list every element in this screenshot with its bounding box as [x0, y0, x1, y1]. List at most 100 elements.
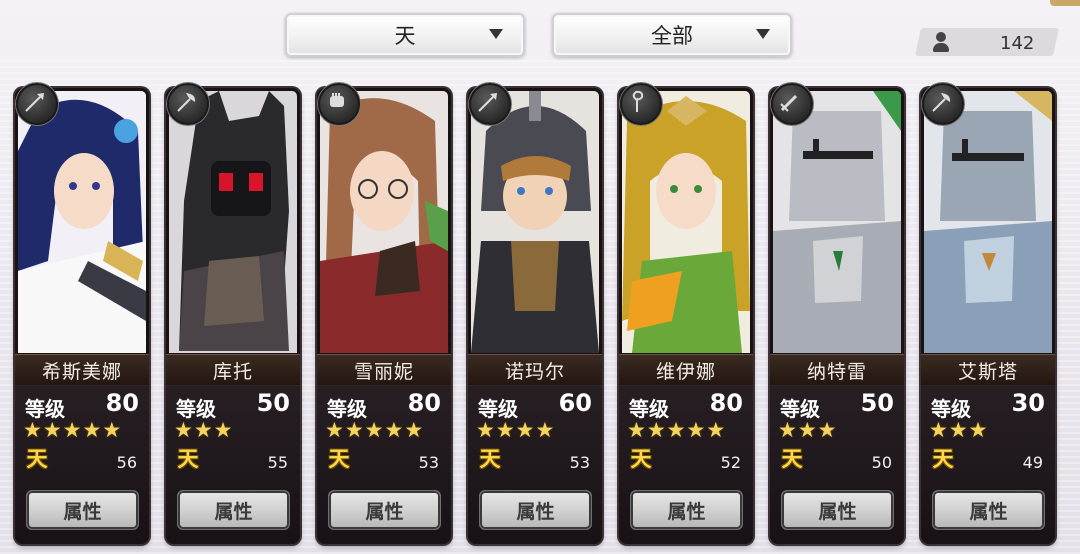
chevron-down-icon: [756, 29, 770, 39]
character-card[interactable]: 维伊娜 等级 80 ★★★★★ 天 52 属性: [619, 88, 753, 544]
attributes-button-label: 属性: [667, 500, 706, 523]
rarity-dropdown-value: 天: [394, 24, 416, 48]
star-icon: ★: [948, 418, 968, 442]
sword-icon: [771, 83, 813, 125]
attributes-button[interactable]: 属性: [630, 490, 743, 530]
chevron-down-icon: [489, 29, 503, 39]
character-name-bar: 纳特雷: [770, 354, 904, 386]
star-icon: ★: [476, 418, 495, 442]
power-value: 50: [871, 453, 892, 472]
star-icon: ★: [23, 418, 42, 442]
star-rating: ★★★: [778, 419, 898, 441]
level-value: 80: [105, 389, 139, 417]
level-value: 60: [558, 389, 592, 417]
character-card[interactable]: 希斯美娜 等级 80 ★★★★★ 天 56 属性: [15, 88, 149, 544]
character-card[interactable]: 诺玛尔 等级 60 ★★★★ 天 53 属性: [468, 88, 602, 544]
star-icon: ★: [929, 418, 948, 442]
character-name: 库托: [212, 360, 253, 383]
character-name: 艾斯塔: [957, 360, 1018, 383]
tier-badge: 天: [630, 447, 652, 471]
character-portrait[interactable]: [169, 91, 297, 353]
star-icon: ★: [384, 418, 404, 442]
star-rating: ★★★★★: [325, 419, 445, 441]
star-icon: ★: [82, 418, 102, 442]
character-info: 等级 50 ★★★ 天 50 属性: [770, 385, 904, 544]
attributes-button[interactable]: 属性: [479, 490, 592, 530]
character-portrait[interactable]: [320, 91, 448, 353]
star-icon: ★: [646, 418, 666, 442]
level-value: 80: [709, 389, 743, 417]
character-portrait[interactable]: [773, 91, 901, 353]
attributes-button-label: 属性: [63, 500, 102, 523]
character-name: 雪丽妮: [353, 360, 414, 383]
character-name-bar: 维伊娜: [619, 354, 753, 386]
level-value: 30: [1011, 389, 1045, 417]
character-info: 等级 80 ★★★★★ 天 52 属性: [619, 385, 753, 544]
power-value: 55: [267, 453, 288, 472]
star-rating: ★★★★★: [627, 419, 747, 441]
character-card[interactable]: 艾斯塔 等级 30 ★★★ 天 49 属性: [921, 88, 1055, 544]
fist-icon: [318, 83, 360, 125]
character-name-bar: 雪丽妮: [317, 354, 451, 386]
character-info: 等级 60 ★★★★ 天 53 属性: [468, 385, 602, 544]
attributes-button[interactable]: 属性: [328, 490, 441, 530]
character-name-bar: 库托: [166, 354, 300, 386]
character-name: 维伊娜: [655, 360, 716, 383]
star-icon: ★: [404, 418, 424, 442]
star-icon: ★: [968, 418, 988, 442]
character-name: 希斯美娜: [41, 360, 122, 383]
spear-icon: [469, 83, 511, 125]
character-portrait[interactable]: [18, 91, 146, 353]
star-icon: ★: [686, 418, 706, 442]
category-dropdown[interactable]: 全部: [552, 13, 792, 57]
attributes-button[interactable]: 属性: [26, 490, 139, 530]
attributes-button-label: 属性: [516, 500, 555, 523]
power-value: 49: [1022, 453, 1043, 472]
star-icon: ★: [325, 418, 344, 442]
character-card[interactable]: 雪丽妮 等级 80 ★★★★★ 天 53 属性: [317, 88, 451, 544]
character-name-bar: 诺玛尔: [468, 354, 602, 386]
star-rating: ★★★: [174, 419, 294, 441]
character-info: 等级 80 ★★★★★ 天 53 属性: [317, 385, 451, 544]
character-portrait[interactable]: [924, 91, 1052, 353]
corner-tab[interactable]: [1050, 0, 1080, 6]
tier-badge: 天: [26, 447, 48, 471]
attributes-button-label: 属性: [969, 500, 1008, 523]
star-icon: ★: [495, 418, 515, 442]
star-icon: ★: [174, 418, 193, 442]
axe-icon: [922, 83, 964, 125]
tier-badge: 天: [479, 447, 501, 471]
attributes-button-label: 属性: [365, 500, 404, 523]
power-value: 52: [720, 453, 741, 472]
character-card[interactable]: 纳特雷 等级 50 ★★★ 天 50 属性: [770, 88, 904, 544]
attributes-button[interactable]: 属性: [177, 490, 290, 530]
star-icon: ★: [213, 418, 233, 442]
character-name: 诺玛尔: [504, 360, 565, 383]
attributes-button[interactable]: 属性: [781, 490, 894, 530]
star-rating: ★★★: [929, 419, 1049, 441]
rarity-dropdown[interactable]: 天: [285, 13, 525, 57]
star-rating: ★★★★★: [23, 419, 143, 441]
tier-badge: 天: [177, 447, 199, 471]
spear-icon: [16, 83, 58, 125]
attributes-button-label: 属性: [214, 500, 253, 523]
tier-badge: 天: [781, 447, 803, 471]
character-portrait[interactable]: [471, 91, 599, 353]
star-icon: ★: [535, 418, 555, 442]
axe-icon: [167, 83, 209, 125]
star-icon: ★: [666, 418, 686, 442]
roster-count: 142: [1000, 33, 1035, 54]
character-info: 等级 80 ★★★★★ 天 56 属性: [15, 385, 149, 544]
star-icon: ★: [193, 418, 213, 442]
character-card[interactable]: 库托 等级 50 ★★★ 天 55 属性: [166, 88, 300, 544]
character-info: 等级 50 ★★★ 天 55 属性: [166, 385, 300, 544]
star-icon: ★: [42, 418, 62, 442]
star-icon: ★: [817, 418, 837, 442]
tier-badge: 天: [328, 447, 350, 471]
character-name-bar: 艾斯塔: [921, 354, 1055, 386]
attributes-button[interactable]: 属性: [932, 490, 1045, 530]
attributes-button-label: 属性: [818, 500, 857, 523]
power-value: 53: [569, 453, 590, 472]
star-icon: ★: [627, 418, 646, 442]
character-portrait[interactable]: [622, 91, 750, 353]
